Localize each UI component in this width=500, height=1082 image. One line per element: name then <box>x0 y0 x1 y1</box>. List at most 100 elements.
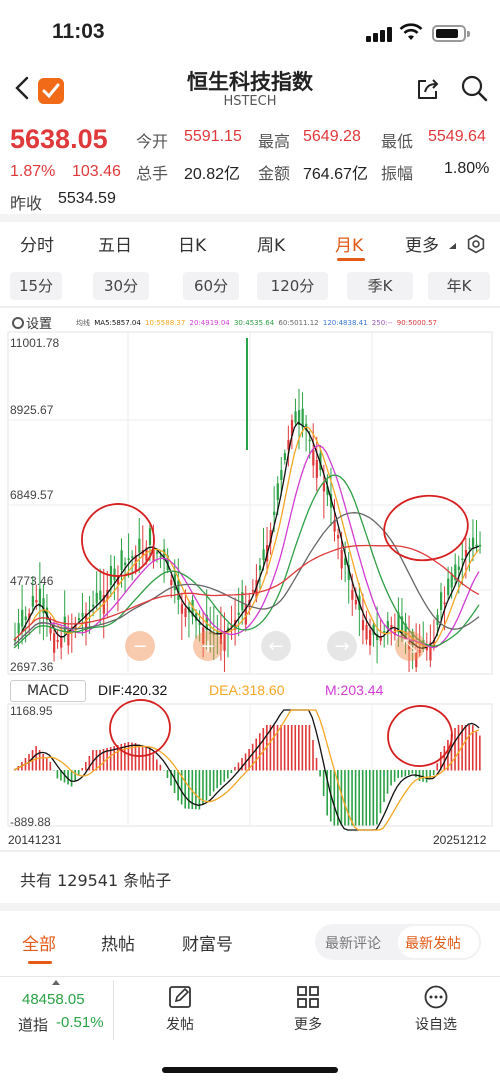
divider <box>113 980 114 1040</box>
candle-body <box>276 483 279 500</box>
tab-five-day[interactable]: 五日 <box>98 231 132 256</box>
chip-60min[interactable]: 60分 <box>183 272 239 300</box>
tab-weekly-k[interactable]: 周K <box>257 231 285 256</box>
scroll-left-icon: ← <box>268 636 283 657</box>
tab-underline <box>337 258 365 261</box>
candle-body <box>294 411 297 423</box>
macd-bar <box>173 770 176 793</box>
candle-body <box>283 453 286 460</box>
chip-yearly-k[interactable]: 年K <box>428 272 490 300</box>
candle-body <box>95 592 98 604</box>
ma-legend-item: 120:4838.41 <box>322 319 368 327</box>
volume-value: 20.82亿 <box>184 166 241 183</box>
macd-bar <box>74 770 76 781</box>
macd-bar <box>70 770 73 787</box>
candle-body <box>35 600 38 603</box>
macd-bar <box>305 725 307 771</box>
share-icon[interactable] <box>415 76 441 102</box>
tab-daily-k[interactable]: 日K <box>178 231 206 256</box>
candle-body <box>131 556 134 558</box>
macd-bar <box>408 770 410 775</box>
macd-indicator-button[interactable]: MACD <box>10 680 86 702</box>
triangle-down-icon <box>449 243 456 249</box>
post-count: 共有 129541 条帖子 <box>20 871 172 890</box>
tab-more[interactable]: 更多 <box>405 231 439 256</box>
sort-latest-post[interactable]: 最新发帖 <box>405 933 461 953</box>
chip-30min[interactable]: 30分 <box>93 272 149 300</box>
candle-body <box>365 625 368 640</box>
gear-icon <box>12 317 24 329</box>
post-button-label[interactable]: 发帖 <box>140 1014 220 1034</box>
macd-bar <box>454 728 456 771</box>
macd-bar <box>42 754 44 771</box>
candle-body <box>184 608 187 618</box>
candle-body <box>312 450 315 466</box>
macd-axis-label: 1168.95 <box>10 704 53 718</box>
macd-bar <box>397 770 399 778</box>
ma-legend-item: 30:4535.64 <box>233 319 275 327</box>
macd-bar <box>383 770 385 802</box>
grid-icon[interactable] <box>296 985 320 1009</box>
high-value: 5649.28 <box>303 128 361 145</box>
candle-body <box>440 592 443 610</box>
tab-all[interactable]: 全部 <box>22 930 56 955</box>
ma-legend-item: 250:-- <box>371 319 393 327</box>
macd-bar <box>184 770 186 809</box>
macd-bar <box>393 770 396 782</box>
candle-body <box>340 550 343 569</box>
tab-wealth[interactable]: 财富号 <box>182 930 233 955</box>
macd-bar <box>432 770 435 775</box>
scroll-right-icon: → <box>334 636 349 657</box>
more-circle-icon[interactable] <box>424 985 448 1009</box>
sort-latest-comment[interactable]: 最新评论 <box>325 933 381 953</box>
tab-hot-posts[interactable]: 热帖 <box>101 930 135 955</box>
more-button-label[interactable]: 更多 <box>268 1014 348 1034</box>
chip-quarterly-k[interactable]: 季K <box>347 272 413 300</box>
chip-120min[interactable]: 120分 <box>257 272 328 300</box>
candle-body <box>308 439 311 442</box>
candle-body <box>273 511 276 515</box>
macd-bar <box>411 770 414 774</box>
macd-bar <box>166 770 169 778</box>
settings-hex-icon[interactable] <box>466 234 486 254</box>
macd-bar <box>148 749 151 771</box>
candle-body <box>315 460 318 478</box>
edit-icon[interactable] <box>168 985 192 1009</box>
candle-body <box>475 544 478 547</box>
macd-bar <box>287 725 289 771</box>
macd-bar <box>131 742 133 771</box>
tab-monthly-k[interactable]: 月K <box>335 231 363 256</box>
macd-bar <box>443 746 446 771</box>
candle-body <box>92 604 95 607</box>
macd-bar <box>344 770 346 826</box>
status-time: 11:03 <box>52 20 105 43</box>
amount-label: 金额 <box>258 166 291 183</box>
tab-intraday[interactable]: 分时 <box>20 231 54 256</box>
macd-bar <box>241 758 243 771</box>
macd-bar <box>464 725 467 771</box>
candle-body <box>337 535 340 539</box>
add-watchlist-label[interactable]: 设自选 <box>396 1014 476 1034</box>
macd-dif: DIF:420.32 <box>98 682 168 698</box>
dow-value[interactable]: 48458.05 <box>22 991 85 1008</box>
candle-body <box>471 537 475 548</box>
candle-body <box>56 640 59 642</box>
macd-bar <box>351 770 353 826</box>
macd-bar <box>187 770 190 809</box>
chip-15min[interactable]: 15分 <box>10 272 62 300</box>
macd-bar <box>53 770 55 771</box>
kline-chart[interactable]: − + ← → ⤡ <box>0 310 500 850</box>
change-value: 103.46 <box>72 163 121 180</box>
candle-body <box>461 558 464 560</box>
candle-body <box>390 625 393 628</box>
macd-bar <box>99 750 101 771</box>
fullscreen-icon: ⤡ <box>403 636 417 657</box>
open-value: 5591.15 <box>184 128 242 145</box>
start-date: 20141231 <box>8 833 62 847</box>
candle-body <box>369 630 372 646</box>
candle-body <box>138 538 141 553</box>
search-icon[interactable] <box>460 74 488 102</box>
candle-body <box>180 604 184 614</box>
chart-settings[interactable]: 设置 <box>12 313 52 332</box>
macd-bar <box>415 770 417 778</box>
